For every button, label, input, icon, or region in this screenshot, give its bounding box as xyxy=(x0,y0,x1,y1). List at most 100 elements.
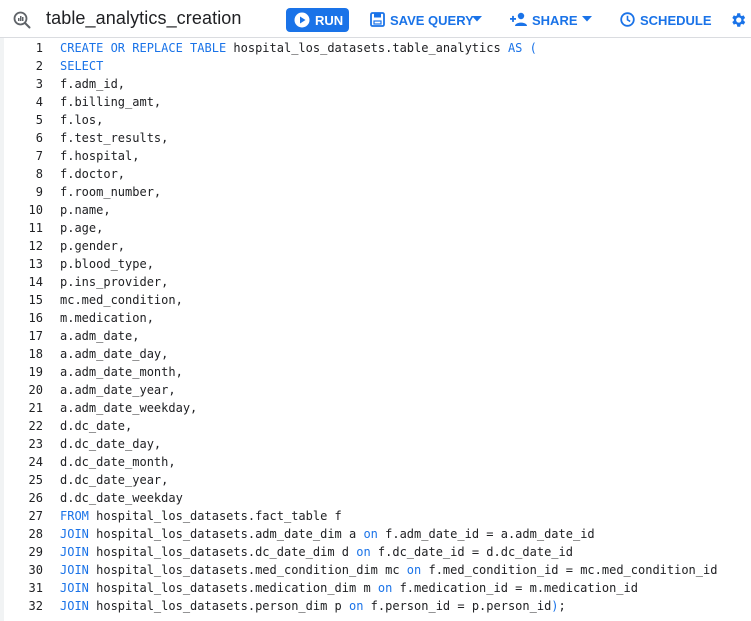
query-icon xyxy=(13,11,31,29)
sql-text: f.billing_amt, xyxy=(60,95,162,109)
sql-text: f.los, xyxy=(60,113,104,127)
sql-text: hospital_los_datasets.dc_date_dim d xyxy=(88,545,357,559)
sql-editor[interactable]: 1 CREATE OR REPLACE TABLE hospital_los_da… xyxy=(0,38,751,621)
sql-text: hospital_los_datasets.person_dim p xyxy=(88,599,349,613)
line-number: 18 xyxy=(28,347,43,361)
sql-text: f.dc_date_id = d.dc_date_id xyxy=(370,545,573,559)
code-line[interactable]: 29 JOIN hospital_los_datasets.dc_date_dim… xyxy=(0,543,751,561)
line-number: 9 xyxy=(35,185,43,199)
line-number: 11 xyxy=(28,221,43,235)
sql-text: p.blood_type, xyxy=(60,257,154,271)
line-number: 7 xyxy=(35,149,43,163)
play-icon xyxy=(294,12,310,28)
code-text: CREATE OR REPLACE TABLE hospital_los_dat… xyxy=(60,39,537,57)
code-line[interactable]: 19 a.adm_date_month, xyxy=(0,363,751,381)
sql-keyword: FROM xyxy=(60,509,89,523)
code-line[interactable]: 17 a.adm_date, xyxy=(0,327,751,345)
code-text: a.adm_date_weekday, xyxy=(60,399,197,417)
share-label: SHARE xyxy=(532,13,578,28)
sql-text: p.gender, xyxy=(60,239,126,253)
code-line[interactable]: 13 p.blood_type, xyxy=(0,255,751,273)
gear-icon[interactable] xyxy=(729,11,747,29)
code-line[interactable]: 23 d.dc_date_day, xyxy=(0,435,751,453)
line-number: 31 xyxy=(28,581,43,595)
code-line[interactable]: 20 a.adm_date_year, xyxy=(0,381,751,399)
line-number: 19 xyxy=(28,365,43,379)
sql-text: d.dc_date_year, xyxy=(60,473,169,487)
sql-text: p.name, xyxy=(60,203,111,217)
line-number: 12 xyxy=(28,239,43,253)
line-number: 24 xyxy=(28,455,43,469)
line-number: 16 xyxy=(28,311,43,325)
line-number: 26 xyxy=(28,491,43,505)
sql-text: f.adm_date_id = a.adm_date_id xyxy=(377,527,595,541)
code-text: JOIN hospital_los_datasets.med_condition… xyxy=(60,561,717,579)
code-line[interactable]: 21 a.adm_date_weekday, xyxy=(0,399,751,417)
line-number: 32 xyxy=(28,599,43,613)
code-line[interactable]: 11 p.age, xyxy=(0,219,751,237)
code-line[interactable]: 22 d.dc_date, xyxy=(0,417,751,435)
code-text: f.los, xyxy=(60,111,103,129)
code-line[interactable]: 30 JOIN hospital_los_datasets.med_conditi… xyxy=(0,561,751,579)
chevron-down-icon xyxy=(582,16,592,22)
code-text: f.hospital, xyxy=(60,147,139,165)
schedule-label: SCHEDULE xyxy=(640,13,712,28)
sql-text: hospital_los_datasets.med_condition_dim … xyxy=(88,563,407,577)
code-line[interactable]: 9 f.room_number, xyxy=(0,183,751,201)
line-number: 13 xyxy=(28,257,43,271)
code-line[interactable]: 27 FROM hospital_los_datasets.fact_table … xyxy=(0,507,751,525)
code-line[interactable]: 6 f.test_results, xyxy=(0,129,751,147)
code-text: p.gender, xyxy=(60,237,125,255)
code-line[interactable]: 5 f.los, xyxy=(0,111,751,129)
sql-keyword: JOIN xyxy=(60,545,89,559)
sql-text: f.room_number, xyxy=(60,185,162,199)
line-number: 25 xyxy=(28,473,43,487)
code-line[interactable]: 16 m.medication, xyxy=(0,309,751,327)
code-text: f.test_results, xyxy=(60,129,168,147)
sql-text: d.dc_date_weekday xyxy=(60,491,183,505)
query-title[interactable]: table_analytics_creation xyxy=(46,8,242,29)
code-text: d.dc_date_month, xyxy=(60,453,176,471)
line-number: 30 xyxy=(28,563,43,577)
code-line[interactable]: 7 f.hospital, xyxy=(0,147,751,165)
sql-text: hospital_los_datasets.medication_dim m xyxy=(88,581,378,595)
code-line[interactable]: 15 mc.med_condition, xyxy=(0,291,751,309)
code-line[interactable]: 4 f.billing_amt, xyxy=(0,93,751,111)
sql-keyword: on xyxy=(363,527,378,541)
sql-text: d.dc_date, xyxy=(60,419,133,433)
code-line[interactable]: 28 JOIN hospital_los_datasets.adm_date_di… xyxy=(0,525,751,543)
code-line[interactable]: 8 f.doctor, xyxy=(0,165,751,183)
save-query-button[interactable]: SAVE QUERY xyxy=(368,8,486,32)
sql-text: mc.med_condition, xyxy=(60,293,183,307)
code-area[interactable]: 1 CREATE OR REPLACE TABLE hospital_los_da… xyxy=(0,38,751,621)
sql-text: d.dc_date_day, xyxy=(60,437,162,451)
sql-keyword: JOIN xyxy=(60,581,89,595)
save-icon xyxy=(370,12,385,27)
sql-keyword: on xyxy=(406,563,422,577)
code-line[interactable]: 18 a.adm_date_day, xyxy=(0,345,751,363)
code-line[interactable]: 31 JOIN hospital_los_datasets.medication_… xyxy=(0,579,751,597)
code-line[interactable]: 14 p.ins_provider, xyxy=(0,273,751,291)
code-line[interactable]: 26 d.dc_date_weekday xyxy=(0,489,751,507)
code-line[interactable]: 25 d.dc_date_year, xyxy=(0,471,751,489)
code-line[interactable]: 32 JOIN hospital_los_datasets.person_dim … xyxy=(0,597,751,615)
sql-keyword: SELECT xyxy=(60,59,104,73)
code-text: a.adm_date_month, xyxy=(60,363,183,381)
code-line[interactable]: 1 CREATE OR REPLACE TABLE hospital_los_da… xyxy=(0,39,751,57)
schedule-button[interactable]: SCHEDULE xyxy=(620,8,712,32)
sql-text: m.medication, xyxy=(60,311,154,325)
code-line[interactable]: 2 SELECT xyxy=(0,57,751,75)
code-text: JOIN hospital_los_datasets.person_dim p … xyxy=(60,597,566,615)
code-line[interactable]: 24 d.dc_date_month, xyxy=(0,453,751,471)
code-line[interactable]: 12 p.gender, xyxy=(0,237,751,255)
code-line[interactable]: 3 f.adm_id, xyxy=(0,75,751,93)
sql-text: d.dc_date_month, xyxy=(60,455,176,469)
code-line[interactable]: 10 p.name, xyxy=(0,201,751,219)
line-number: 21 xyxy=(28,401,43,415)
run-button[interactable]: RUN xyxy=(286,8,349,32)
line-number: 4 xyxy=(35,95,43,109)
add-person-icon xyxy=(510,12,527,26)
line-number: 15 xyxy=(28,293,43,307)
share-button[interactable]: SHARE xyxy=(510,8,594,32)
sql-text: a.adm_date_weekday, xyxy=(60,401,198,415)
